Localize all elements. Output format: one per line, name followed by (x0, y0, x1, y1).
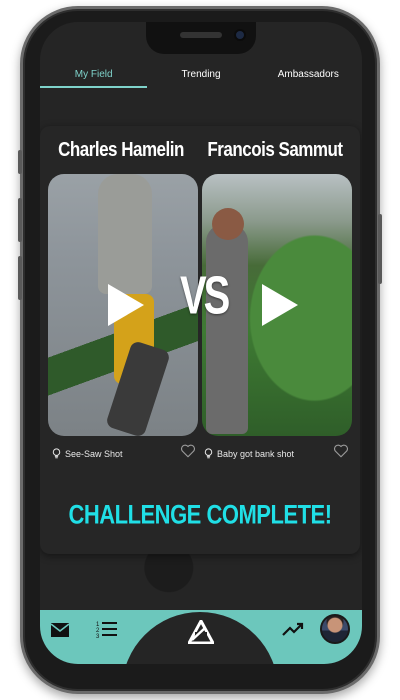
play-icon[interactable] (262, 284, 298, 326)
list-icon[interactable]: 1 2 3 (96, 620, 118, 638)
tab-trending[interactable]: Trending (147, 66, 254, 92)
side-button (378, 214, 382, 284)
vs-label: VS (180, 266, 230, 326)
player1-name: Charles Hamelin (58, 138, 184, 161)
side-button (18, 256, 22, 300)
notch (146, 22, 256, 54)
challenge-card: Charles Hamelin Francois Sammut VS See-S… (40, 126, 360, 554)
mail-icon[interactable] (50, 622, 70, 638)
challenge-status: CHALLENGE COMPLETE! (68, 499, 332, 530)
player1-video[interactable] (48, 174, 198, 436)
tab-ambassadors[interactable]: Ambassadors (255, 66, 362, 92)
app-screen: My Field Trending Ambassadors Charles Ha… (40, 22, 362, 664)
player2-shot-label: Baby got bank shot (217, 448, 295, 459)
avatar[interactable] (320, 614, 350, 644)
player1-shot: See-Saw Shot (52, 448, 123, 459)
tab-bar: My Field Trending Ambassadors (40, 66, 362, 92)
snowboarder-figure (98, 174, 152, 294)
side-button (18, 150, 22, 174)
heart-icon[interactable] (180, 444, 196, 458)
logo-icon[interactable] (188, 620, 214, 644)
player2-name: Francois Sammut (207, 138, 343, 161)
golfer-figure (206, 224, 248, 434)
side-button (18, 198, 22, 242)
player2-shot: Baby got bank shot (204, 448, 294, 459)
lightbulb-icon (52, 448, 61, 459)
tab-my-field[interactable]: My Field (40, 66, 148, 92)
svg-text:3: 3 (96, 634, 100, 638)
lightbulb-icon (204, 448, 213, 459)
camera (234, 29, 246, 41)
golfer-head (212, 208, 244, 240)
trending-icon[interactable] (282, 622, 304, 636)
player1-shot-label: See-Saw Shot (65, 448, 123, 459)
speaker (180, 32, 222, 38)
play-icon[interactable] (108, 284, 144, 326)
heart-icon[interactable] (333, 444, 349, 458)
